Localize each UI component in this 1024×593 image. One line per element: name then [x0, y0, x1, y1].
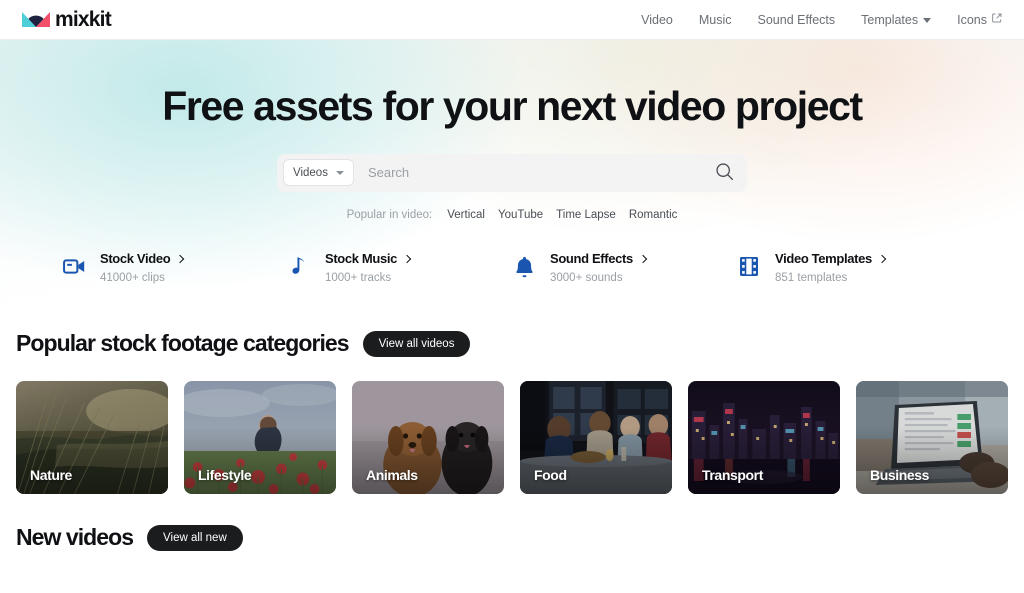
- quick-link-subtitle: 1000+ tracks: [325, 271, 392, 284]
- nav-item-video[interactable]: Video: [641, 13, 673, 27]
- popular-tag-youtube[interactable]: YouTube: [498, 209, 543, 221]
- category-card-grid: Nature Lifestyle Animals Food Transport …: [0, 381, 1024, 494]
- category-card-lifestyle[interactable]: Lifestyle: [184, 381, 336, 494]
- popular-tag-time-lapse[interactable]: Time Lapse: [556, 209, 616, 221]
- external-link-icon: [992, 12, 1002, 26]
- nav-item-label: Icons: [957, 12, 987, 27]
- search-submit-button[interactable]: [707, 156, 741, 190]
- primary-nav-links: Video Music Sound Effects Templates Icon…: [641, 13, 1002, 27]
- mixkit-logo-icon: [22, 11, 50, 28]
- nav-item-templates[interactable]: Templates: [861, 12, 932, 27]
- quick-link-video-templates[interactable]: Video Templates 851 templates: [737, 251, 962, 284]
- quick-link-sound-effects[interactable]: Sound Effects 3000+ sounds: [512, 251, 737, 284]
- quick-link-subtitle: 851 templates: [775, 271, 848, 284]
- hero-section: Free assets for your next video project …: [0, 40, 1024, 330]
- section-title: Popular stock footage categories: [16, 330, 350, 356]
- category-card-transport[interactable]: Transport: [688, 381, 840, 494]
- chevron-right-icon: [176, 254, 185, 264]
- film-strip-icon: [737, 254, 761, 280]
- card-label: Lifestyle: [198, 467, 252, 483]
- popular-searches-label: Popular in video:: [346, 208, 433, 221]
- nav-item-label: Sound Effects: [757, 12, 836, 27]
- quick-link-title: Stock Music: [325, 250, 412, 268]
- card-label: Transport: [702, 467, 763, 483]
- chevron-down-icon: [335, 170, 344, 175]
- card-label: Food: [534, 467, 567, 483]
- music-note-icon: [287, 254, 311, 280]
- quick-link-title: Sound Effects: [550, 250, 648, 268]
- popular-tag-romantic[interactable]: Romantic: [629, 209, 678, 221]
- quick-link-title: Stock Video: [100, 250, 185, 268]
- popular-tag-vertical[interactable]: Vertical: [447, 209, 485, 221]
- category-card-animals[interactable]: Animals: [352, 381, 504, 494]
- search-input[interactable]: [353, 165, 707, 181]
- chevron-right-icon: [402, 254, 412, 264]
- search-icon: [714, 161, 735, 185]
- new-videos-section-header: New videos View all new: [0, 524, 1024, 551]
- video-camera-icon: [62, 254, 86, 280]
- popular-searches: Popular in video: Vertical YouTube Time …: [0, 209, 1024, 221]
- nav-item-label: Music: [698, 12, 732, 27]
- category-card-nature[interactable]: Nature: [16, 381, 168, 494]
- view-all-videos-button[interactable]: View all videos: [362, 330, 471, 357]
- nav-item-label: Video: [641, 12, 673, 27]
- categories-section-header: Popular stock footage categories View al…: [0, 330, 1024, 357]
- page-title: Free assets for your next video project: [162, 83, 863, 129]
- quick-link-label: Sound Effects: [550, 250, 633, 266]
- brand-logo[interactable]: mixkit: [22, 7, 112, 31]
- search-type-dropdown[interactable]: Videos: [283, 159, 354, 187]
- nav-item-music[interactable]: Music: [699, 13, 732, 27]
- quick-link-label: Stock Video: [100, 250, 171, 266]
- section-title: New videos: [16, 524, 134, 550]
- chevron-right-icon: [877, 254, 887, 264]
- brand-name: mixkit: [55, 7, 112, 31]
- category-card-business[interactable]: Business: [856, 381, 1008, 494]
- quick-links-row: Stock Video 41000+ clips Stock Music 100…: [0, 251, 1024, 284]
- card-label: Business: [870, 467, 930, 483]
- new-videos-section: New videos View all new: [0, 524, 1024, 551]
- quick-link-title: Video Templates: [775, 250, 887, 268]
- quick-link-label: Video Templates: [775, 250, 872, 266]
- quick-link-label: Stock Music: [325, 250, 398, 266]
- nav-item-label: Templates: [861, 12, 919, 27]
- quick-link-stock-video[interactable]: Stock Video 41000+ clips: [62, 251, 287, 284]
- chevron-down-icon: [923, 17, 932, 23]
- popular-categories-section: Popular stock footage categories View al…: [0, 330, 1024, 494]
- bell-icon: [512, 254, 536, 280]
- search-row: Videos: [0, 153, 1024, 192]
- search-type-label: Videos: [293, 166, 328, 179]
- view-all-new-button[interactable]: View all new: [147, 524, 243, 551]
- search-bar: Videos: [277, 153, 747, 192]
- quick-link-subtitle: 3000+ sounds: [550, 271, 623, 284]
- card-label: Nature: [30, 467, 72, 483]
- quick-link-subtitle: 41000+ clips: [100, 271, 165, 284]
- nav-item-sound-effects[interactable]: Sound Effects: [758, 13, 836, 27]
- quick-link-stock-music[interactable]: Stock Music 1000+ tracks: [287, 251, 512, 284]
- card-label: Animals: [366, 467, 418, 483]
- nav-item-icons[interactable]: Icons: [957, 13, 1002, 27]
- top-navigation-bar: mixkit Video Music Sound Effects Templat…: [0, 0, 1024, 40]
- category-card-food[interactable]: Food: [520, 381, 672, 494]
- chevron-right-icon: [638, 254, 648, 264]
